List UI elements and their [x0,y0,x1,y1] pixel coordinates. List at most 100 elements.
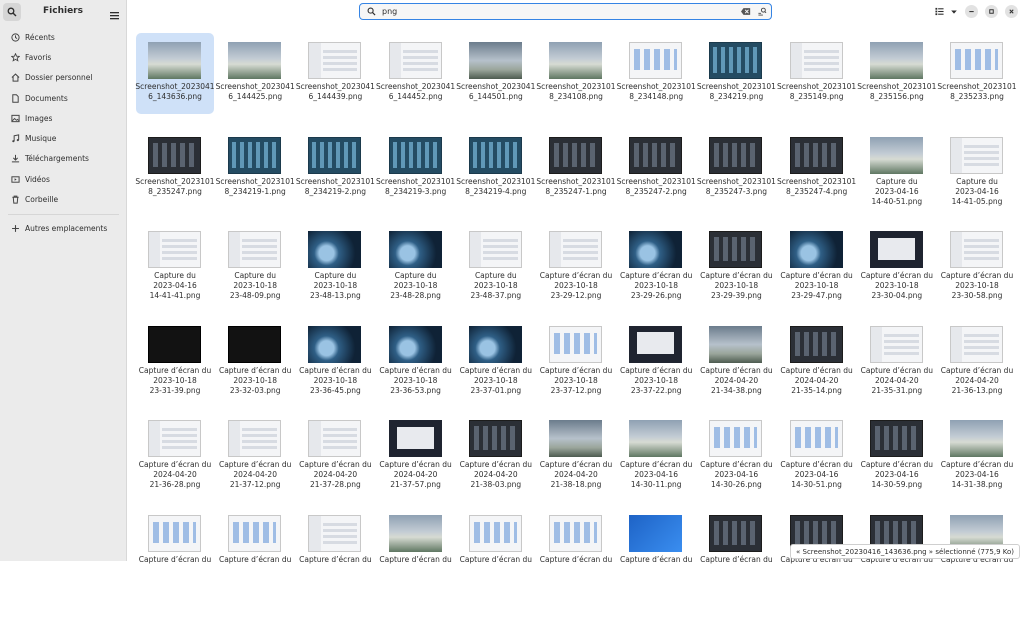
sidebar-item-trash[interactable]: Corbeille [0,189,127,209]
file-name-line: 2023-04-16 [714,470,759,479]
sidebar-item-videos[interactable]: Vidéos [0,169,127,189]
file-item[interactable]: Capture d’écran du 2024-04-20 21-36-28.png [136,411,214,503]
file-item[interactable]: Screenshot_2023101 8_235247-1.png [536,128,616,220]
sidebar-item-music[interactable]: Musique [0,128,127,148]
sidebar-item-documents[interactable]: Documents [0,88,127,108]
file-item[interactable]: Capture d’écran du 2023-10-18 23-32-03.png [216,317,294,409]
file-name: Screenshot_2023101 8_235247-3.png [691,177,781,197]
file-name-line: Capture d’écran du [860,460,933,469]
file-item[interactable]: Screenshot_2023101 8_234219.png [697,33,776,125]
file-item[interactable]: Capture d’écran du 2023-10-18 23-29-47.png [778,222,856,314]
search-filters-icon[interactable] [757,7,767,16]
sidebar-item-other-locations[interactable]: Autres emplacements [0,219,127,239]
file-item[interactable]: Capture d’écran du 2023-04-16 14-31-38.png [938,411,1016,503]
file-item[interactable]: Capture d’écran du 2023-10-18 23-37-12.png [537,317,615,409]
file-thumbnail [388,514,442,552]
file-item[interactable]: Screenshot_2023101 8_235233.png [937,33,1017,125]
file-name-line: 23-36-45.png [310,385,361,395]
file-item[interactable]: Screenshot_2023101 8_234219-2.png [296,128,375,220]
file-name-line: Capture d’écran du [299,554,372,564]
file-item[interactable]: Capture d’écran du 2024-04-20 21-37-57.png [377,411,455,503]
sidebar-item-label: Corbeille [25,195,59,205]
file-item[interactable]: Capture d’écran du [377,506,455,598]
file-item[interactable]: Capture d’écran du 2023-10-18 23-37-01.png [457,317,535,409]
file-name-line: Capture d’écran du [459,365,532,375]
sidebar-item-downloads[interactable]: Téléchargements [0,149,127,169]
file-item[interactable]: Screenshot_2023041 6_144439.png [296,33,375,125]
sidebar-item-images[interactable]: Images [0,108,127,128]
file-item[interactable]: Screenshot_2023101 8_235247-3.png [697,128,776,220]
maximize-button[interactable] [985,5,998,18]
file-item[interactable]: Screenshot_2023101 8_235247-4.png [777,128,856,220]
file-item[interactable]: Capture d’écran du 2023-04-16 14-30-26.png [697,411,775,503]
view-list-button[interactable] [934,6,945,17]
file-item[interactable]: Screenshot_2023101 8_235247-2.png [617,128,696,220]
file-name-line: 23-29-26.png [630,291,682,300]
file-item[interactable]: Capture d’écran du 2024-04-20 21-35-14.png [778,317,856,409]
file-item[interactable]: Capture d’écran du [617,506,695,598]
file-name-line: 23-48-28.png [390,291,441,300]
file-thumbnail [148,136,201,174]
file-item[interactable]: Screenshot_2023041 6_143636.png [135,33,215,114]
sidebar-item-recents[interactable]: Récents [0,27,127,47]
file-item[interactable]: Screenshot_2023101 8_235156.png [857,33,936,125]
clear-search-icon[interactable] [741,7,751,16]
file-name-line: Capture d’écran du [299,365,372,375]
file-item[interactable]: Capture d’écran du 2024-04-20 21-37-12.png [216,411,294,503]
file-item[interactable]: Capture d’écran du 2023-04-16 14-30-11.png [617,411,695,503]
file-item[interactable]: Capture d’écran du [296,506,374,598]
file-item[interactable]: Capture d’écran du 2023-10-18 23-29-12.png [537,222,615,314]
file-item[interactable]: Capture d’écran du 2023-10-18 23-37-22.png [617,317,695,409]
file-name: Capture d’écran du 2023-10-18 23-31-39.png [130,366,220,396]
minimize-button[interactable] [965,5,978,18]
view-options-dropdown[interactable] [948,6,959,17]
file-item[interactable]: Capture d’écran du 2024-04-20 21-38-03.png [457,411,535,503]
file-item[interactable]: Capture du 2023-10-18 23-48-28.png [377,222,455,314]
file-item[interactable]: Capture d’écran du 2023-10-18 23-30-04.png [858,222,936,314]
file-item[interactable]: Capture d’écran du 2024-04-20 21-37-28.png [296,411,374,503]
file-item[interactable]: Capture d’écran du [136,506,214,598]
file-item[interactable]: Capture du 2023-04-16 14-41-41.png [136,222,214,314]
file-item[interactable]: Screenshot_2023101 8_235247.png [135,128,215,220]
file-item[interactable]: Capture d’écran du [537,506,615,598]
file-item[interactable]: Screenshot_2023101 8_234148.png [617,33,696,125]
file-item[interactable]: Capture d’écran du 2023-10-18 23-36-53.png [377,317,455,409]
file-name-line: 2023-04-16 [794,470,839,479]
file-item[interactable]: Screenshot_2023101 8_234108.png [536,33,616,125]
close-button[interactable] [1005,5,1018,18]
file-item[interactable]: Capture du 2023-04-16 14-40-51.png [858,128,936,220]
file-item[interactable]: Capture d’écran du 2023-10-18 23-29-39.png [697,222,775,314]
file-item[interactable]: Capture du 2023-10-18 23-48-09.png [216,222,294,314]
file-name-line: 6_144439.png [308,92,363,101]
file-item[interactable]: Capture du 2023-04-16 14-41-05.png [938,128,1016,220]
file-item[interactable]: Screenshot_2023101 8_234219-3.png [376,128,455,220]
file-item[interactable]: Capture d’écran du 2024-04-20 21-35-31.png [858,317,936,409]
file-name: Capture d’écran du 2024-04-20 21-35-31.png [852,366,942,396]
file-thumbnail [549,136,602,174]
file-item[interactable]: Capture d’écran du [216,506,294,598]
file-item[interactable]: Capture d’écran du 2023-10-18 23-30-58.png [938,222,1016,314]
file-item[interactable]: Capture du 2023-10-18 23-48-37.png [457,222,535,314]
file-item[interactable]: Capture d’écran du 2023-10-18 23-29-26.png [617,222,695,314]
file-item[interactable]: Capture d’écran du 2024-04-20 21-38-18.png [537,411,615,503]
file-thumbnail [709,325,763,363]
file-item[interactable]: Capture du 2023-10-18 23-48-13.png [296,222,374,314]
sidebar-item-home[interactable]: Dossier personnel [0,68,127,88]
file-item[interactable]: Screenshot_2023101 8_234219-1.png [216,128,295,220]
file-item[interactable]: Screenshot_2023041 6_144452.png [376,33,455,125]
file-item[interactable]: Screenshot_2023041 6_144501.png [456,33,535,125]
file-item[interactable]: Capture d’écran du 2023-10-18 23-36-45.png [296,317,374,409]
search-input[interactable] [382,7,741,16]
file-item[interactable]: Capture d’écran du 2023-10-18 23-31-39.png [136,317,214,409]
main-menu-button[interactable] [109,6,120,20]
file-item[interactable]: Capture d’écran du 2024-04-20 21-36-13.png [938,317,1016,409]
file-item[interactable]: Screenshot_2023041 6_144425.png [216,33,295,125]
file-item[interactable]: Capture d’écran du 2023-04-16 14-30-59.png [858,411,936,503]
file-item[interactable]: Capture d’écran du 2023-04-16 14-30-51.png [778,411,856,503]
file-item[interactable]: Capture d’écran du 2024-04-20 21-34-38.png [697,317,775,409]
file-item[interactable]: Capture d’écran du [457,506,535,598]
file-item[interactable]: Capture d’écran du [697,506,775,598]
file-item[interactable]: Screenshot_2023101 8_234219-4.png [456,128,535,220]
sidebar-item-favorites[interactable]: Favoris [0,47,127,67]
file-item[interactable]: Screenshot_2023101 8_235149.png [777,33,856,125]
